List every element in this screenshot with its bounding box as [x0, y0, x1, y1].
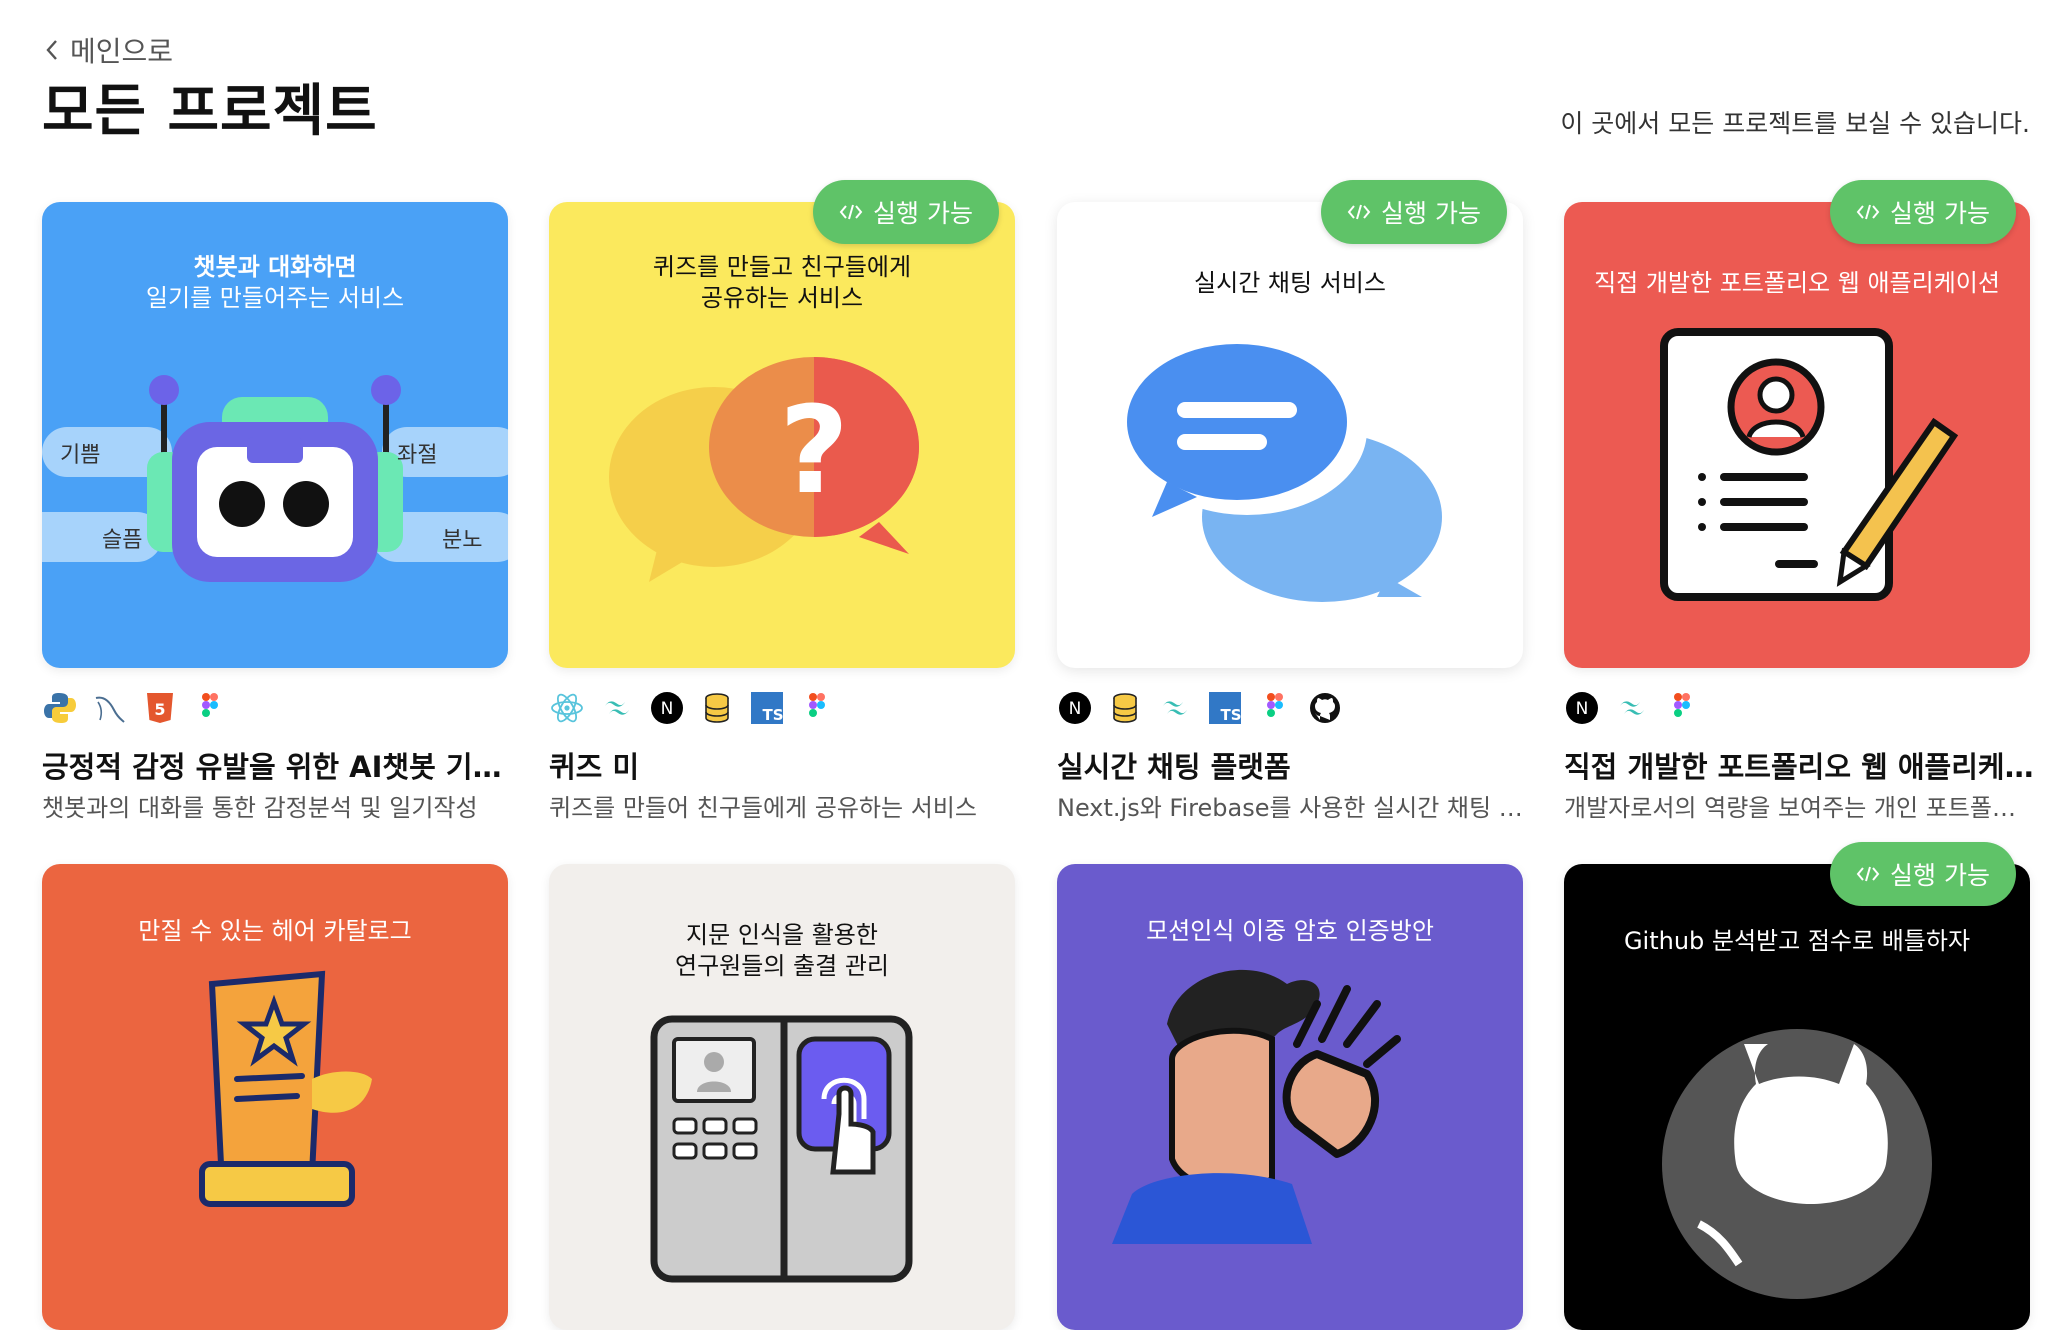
runnable-badge[interactable]: 실행 가능 [813, 180, 999, 244]
project-card-ai-chatbot[interactable]: 챗봇과 대화하면 일기를 만들어주는 서비스 기쁨 좌절 슬픔 분노 [42, 202, 508, 668]
svg-text:TS: TS [1220, 706, 1241, 724]
emotion-tag-frustration: 좌절 [397, 443, 438, 468]
runnable-badge[interactable]: 실행 가능 [1321, 180, 1507, 244]
svg-text:N: N [661, 699, 674, 719]
project-title[interactable]: 퀴즈 미 [549, 744, 1019, 786]
project-description: 챗봇과의 대화를 통한 감정분석 및 일기작성 [42, 794, 478, 822]
project-title[interactable]: 실시간 채팅 플랫폼 [1057, 744, 1527, 786]
svg-text:N: N [1576, 699, 1589, 719]
database-icon [1107, 690, 1143, 726]
github-icon [1307, 690, 1343, 726]
figma-icon [1664, 690, 1700, 726]
tech-stack-list: N [1564, 690, 1700, 726]
project-card-motion-auth[interactable]: 모션인식 이중 암호 인증방안 [1057, 864, 1523, 1330]
project-title[interactable]: 긍정적 감정 유발을 위한 AI챗봇 기반 … [42, 744, 512, 786]
project-card-fingerprint-attendance[interactable]: 지문 인식을 활용한 연구원들의 출결 관리 [549, 864, 1015, 1330]
typescript-icon: TS [749, 690, 785, 726]
runnable-badge[interactable]: 실행 가능 [1830, 180, 2016, 244]
python-icon [42, 690, 78, 726]
runnable-badge-label: 실행 가능 [1890, 861, 1990, 890]
tailwind-icon [1157, 690, 1193, 726]
tailwind-icon [1614, 690, 1650, 726]
code-icon [1856, 204, 1880, 220]
robot-illustration [42, 375, 508, 582]
page-subtitle: 이 곳에서 모든 프로젝트를 보실 수 있습니다. [1560, 109, 2030, 138]
fingerprint-device-illustration [650, 1015, 913, 1283]
trophy-illustration [199, 970, 372, 1207]
figma-icon [799, 690, 835, 726]
code-icon [1856, 866, 1880, 882]
database-icon [699, 690, 735, 726]
project-card-hair-catalog[interactable]: 만질 수 있는 헤어 카탈로그 [42, 864, 508, 1330]
emotion-tag-joy: 기쁨 [60, 443, 101, 468]
waving-person-illustration [1112, 969, 1401, 1244]
page-title: 모든 프로젝트 [42, 79, 378, 144]
nextjs-icon: N [1057, 690, 1093, 726]
typescript-icon: TS [1207, 690, 1243, 726]
html5-icon: 5 [142, 690, 178, 726]
code-icon [1347, 204, 1371, 220]
tech-stack-list: N TS [1057, 690, 1343, 726]
back-to-main-link[interactable]: 메인으로 [44, 30, 173, 70]
tech-stack-list: N TS [549, 690, 835, 726]
emotion-tag-anger: 분노 [442, 528, 483, 553]
svg-text:?: ? [779, 382, 849, 521]
runnable-badge-label: 실행 가능 [873, 199, 973, 228]
project-card-github-battle[interactable]: Github 분석받고 점수로 배틀하자 [1564, 864, 2030, 1330]
runnable-badge-label: 실행 가능 [1890, 199, 1990, 228]
figma-icon [1257, 690, 1293, 726]
chat-bubbles-illustration [1127, 344, 1442, 602]
react-icon [549, 690, 585, 726]
emotion-tag-sadness: 슬픔 [102, 528, 143, 553]
mysql-icon [92, 690, 128, 726]
nextjs-icon: N [1564, 690, 1600, 726]
project-description: Next.js와 Firebase를 사용한 실시간 채팅 … [1057, 794, 1523, 822]
project-card-realtime-chat[interactable]: 실시간 채팅 서비스 [1057, 202, 1523, 668]
project-description: 개발자로서의 역량을 보여주는 개인 포트폴… [1564, 794, 2016, 822]
project-title[interactable]: 직접 개발한 포트폴리오 웹 애플리케… [1564, 744, 2034, 786]
nextjs-icon: N [649, 690, 685, 726]
chevron-left-icon [46, 40, 57, 60]
runnable-badge[interactable]: 실행 가능 [1830, 842, 2016, 906]
github-octocat-illustration [1662, 1029, 1932, 1299]
svg-text:N: N [1069, 699, 1082, 719]
project-card-quiz-me[interactable]: 퀴즈를 만들고 친구들에게 공유하는 서비스 ? [549, 202, 1015, 668]
svg-text:5: 5 [154, 700, 165, 719]
tailwind-icon [599, 690, 635, 726]
question-bubble-illustration: ? [609, 357, 919, 582]
project-description: 퀴즈를 만들어 친구들에게 공유하는 서비스 [549, 794, 977, 822]
resume-illustration [1660, 328, 1959, 601]
tech-stack-list: 5 [42, 690, 228, 726]
back-link-label: 메인으로 [70, 35, 174, 68]
svg-text:TS: TS [762, 706, 783, 724]
project-card-portfolio[interactable]: 직접 개발한 포트폴리오 웹 애플리케이션 [1564, 202, 2030, 668]
figma-icon [192, 690, 228, 726]
runnable-badge-label: 실행 가능 [1381, 199, 1481, 228]
code-icon [839, 204, 863, 220]
